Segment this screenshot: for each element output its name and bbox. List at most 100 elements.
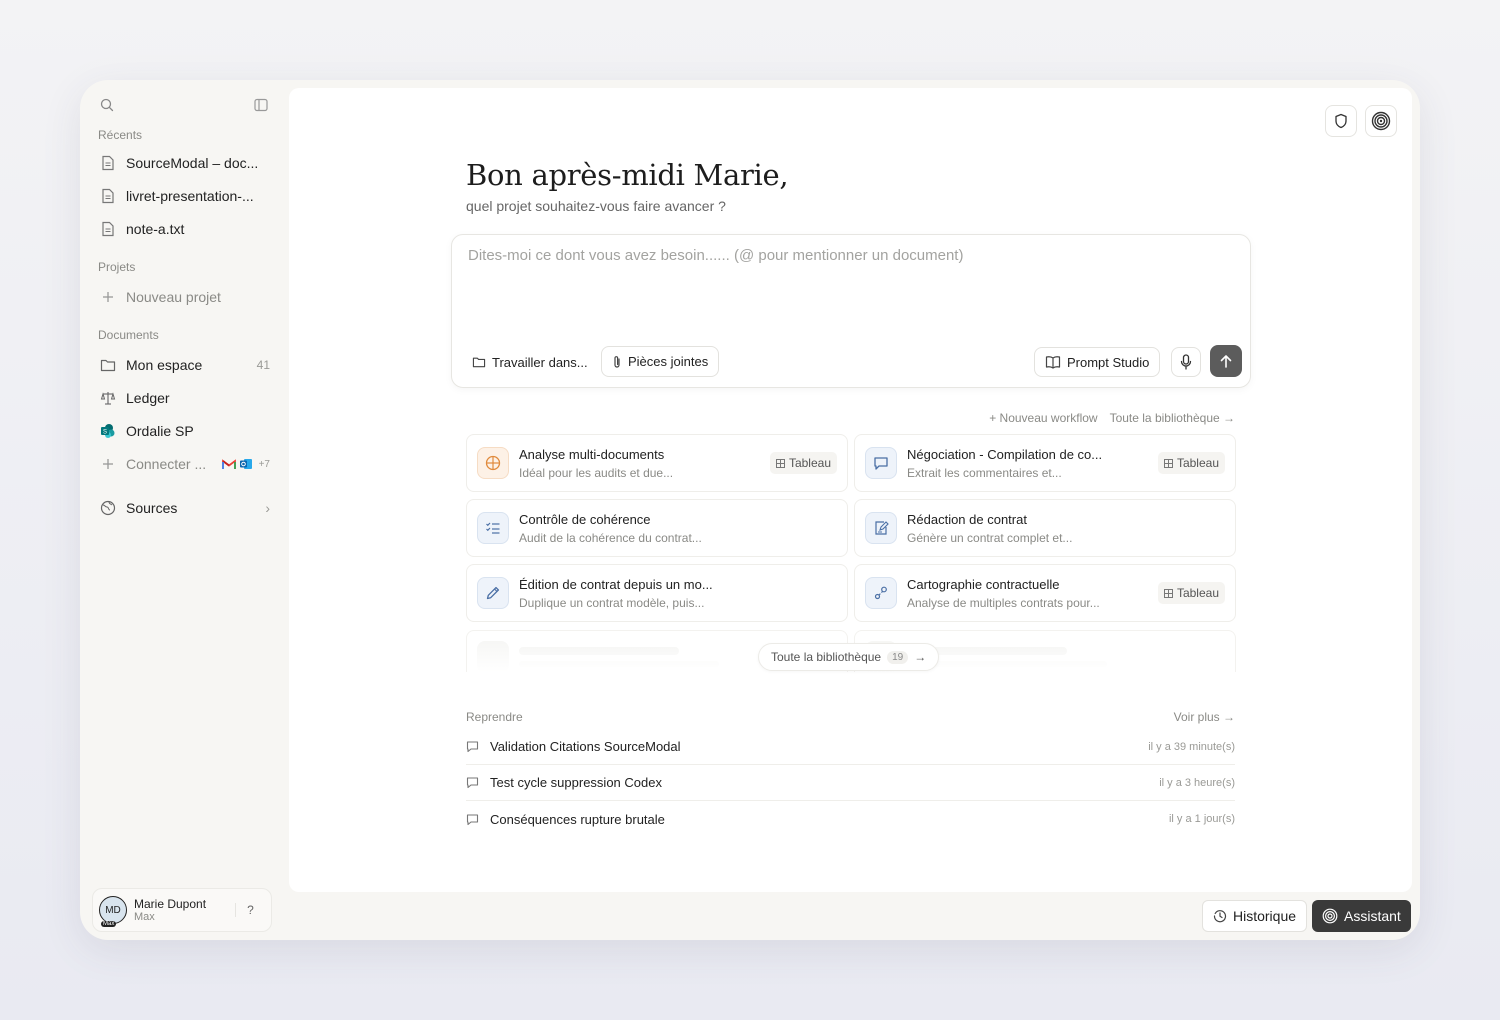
chat-bubble-icon — [466, 813, 482, 826]
collapse-sidebar-icon[interactable] — [252, 96, 270, 114]
conversation-time: il y a 3 heure(s) — [1159, 776, 1235, 789]
workflow-tag: Tableau — [1157, 452, 1225, 474]
workflow-title: Rédaction de contrat — [907, 511, 1027, 527]
prompt-composer: Dites-moi ce dont vous avez besoin......… — [451, 234, 1251, 388]
globe-icon — [98, 498, 118, 518]
send-button[interactable] — [1210, 345, 1242, 377]
workflow-desc: Idéal pour les audits et due... — [519, 465, 674, 480]
comment-icon — [865, 447, 897, 479]
conversation-title: Validation Citations SourceModal — [490, 739, 681, 754]
conversation-time: il y a 1 jour(s) — [1168, 813, 1235, 825]
connect-sources-button[interactable]: Connecter ... +7 — [98, 450, 270, 478]
attachments-button[interactable]: Pièces jointes — [601, 346, 720, 377]
app-window: Récents SourceModal – doc... livret-pres… — [80, 80, 1420, 940]
conversation-row[interactable]: Conséquences rupture brutale il y a 1 jo… — [466, 801, 1235, 837]
connect-label: Connecter ... — [126, 456, 207, 472]
library-count-badge: 19 — [887, 650, 909, 664]
recent-item-label: note-a.txt — [126, 221, 185, 237]
sidebar-toolbar — [98, 96, 270, 114]
work-in-button[interactable]: Travailler dans... — [462, 347, 598, 377]
new-project-button[interactable]: Nouveau projet — [98, 283, 270, 311]
paperclip-icon — [612, 355, 622, 369]
help-button[interactable]: ? — [235, 903, 265, 917]
table-icon — [1163, 588, 1173, 598]
section-projects: Projets — [98, 260, 136, 274]
sharepoint-icon: S — [98, 421, 118, 441]
user-card[interactable]: MD Max Marie Dupont Max ? — [92, 888, 272, 932]
sidebar-item-mon-espace[interactable]: Mon espace 41 — [98, 351, 270, 379]
new-workflow-link[interactable]: + Nouveau workflow — [989, 411, 1097, 425]
prompt-input[interactable]: Dites-moi ce dont vous avez besoin......… — [468, 247, 963, 264]
sidebar-item-ordalie-sp[interactable]: S Ordalie SP — [98, 417, 270, 445]
chat-bubble-icon — [466, 740, 482, 753]
greeting-title: Bon après-midi Marie, — [466, 158, 789, 192]
document-icon — [98, 153, 118, 173]
work-in-label: Travailler dans... — [492, 354, 588, 370]
svg-text:S: S — [103, 430, 107, 436]
chevron-right-icon: › — [265, 500, 270, 516]
workflow-card[interactable]: Rédaction de contrat Génère un contrat co… — [854, 499, 1236, 557]
book-icon — [1045, 355, 1061, 369]
conversation-time: il y a 39 minute(s) — [1148, 740, 1235, 753]
arrow-up-icon — [1220, 354, 1232, 368]
workflow-tag-label: Tableau — [1176, 586, 1219, 600]
scales-icon — [98, 388, 118, 408]
sidebar-item-label: Ordalie SP — [126, 423, 194, 439]
library-link[interactable]: Toute la bibliothèque → — [1110, 411, 1235, 425]
sidebar-item-sources[interactable]: Sources › — [98, 494, 270, 522]
section-documents: Documents — [98, 328, 159, 342]
sidebar: Récents SourceModal – doc... livret-pres… — [80, 80, 288, 940]
workflow-title: Négociation - Compilation de co... — [907, 446, 1103, 462]
workflow-card[interactable]: Analyse multi-documents Idéal pour les au… — [466, 434, 848, 492]
microphone-button[interactable] — [1171, 347, 1201, 377]
user-plan: Max — [134, 911, 155, 923]
microphone-icon — [1180, 354, 1192, 370]
attachments-label: Pièces jointes — [628, 354, 709, 369]
prompt-studio-button[interactable]: Prompt Studio — [1034, 347, 1161, 377]
workflow-title: Contrôle de cohérence — [519, 511, 651, 527]
assistant-spiral-button[interactable] — [1365, 105, 1397, 137]
see-more-link[interactable]: Voir plus → — [1174, 710, 1235, 724]
sidebar-item-label: Sources — [126, 500, 178, 516]
user-info: Marie Dupont Max — [134, 897, 235, 923]
search-icon[interactable] — [98, 96, 116, 114]
history-icon — [1213, 909, 1227, 923]
recent-item[interactable]: note-a.txt — [98, 215, 270, 243]
workflow-card[interactable]: Négociation - Compilation de co... Extrai… — [854, 434, 1236, 492]
assistant-button[interactable]: Assistant — [1312, 900, 1411, 932]
library-pill-button[interactable]: Toute la bibliothèque 19 → — [758, 643, 940, 671]
workflow-card[interactable]: Édition de contrat depuis un mo... Dupliq… — [466, 564, 848, 622]
conversation-row[interactable]: Test cycle suppression Codex il y a 3 he… — [466, 765, 1235, 801]
plus-icon — [98, 454, 118, 474]
shield-button[interactable] — [1325, 105, 1357, 137]
avatar: MD Max — [99, 896, 127, 927]
recent-item[interactable]: SourceModal – doc... — [98, 149, 270, 177]
edit-document-icon — [865, 512, 897, 544]
conversation-row[interactable]: Validation Citations SourceModal il y a … — [466, 729, 1235, 765]
conversation-title: Test cycle suppression Codex — [490, 775, 662, 790]
workflow-desc: Extrait les commentaires et... — [907, 465, 1062, 480]
history-button[interactable]: Historique — [1202, 900, 1308, 932]
workflow-tag: Tableau — [769, 452, 837, 474]
workflow-card[interactable]: Cartographie contractuelle Analyse de mul… — [854, 564, 1236, 622]
history-label: Historique — [1233, 908, 1297, 924]
assistant-label: Assistant — [1344, 908, 1401, 924]
workflow-title: Cartographie contractuelle — [907, 576, 1060, 592]
grid-icon — [477, 447, 509, 479]
plan-badge: Max — [101, 921, 117, 927]
greeting-subtitle: quel projet souhaitez-vous faire avancer… — [466, 198, 726, 214]
outlook-icon — [239, 457, 253, 471]
workflow-card[interactable]: Contrôle de cohérence Audit de la cohéren… — [466, 499, 848, 557]
checklist-icon — [477, 512, 509, 544]
recent-item-label: SourceModal – doc... — [126, 155, 259, 171]
workflow-desc: Génère un contrat complet et... — [907, 530, 1073, 545]
folder-icon — [472, 356, 486, 368]
user-name: Marie Dupont — [134, 897, 207, 911]
recent-item[interactable]: livret-presentation-... — [98, 182, 270, 210]
sidebar-item-label: Mon espace — [126, 357, 203, 373]
sidebar-item-ledger[interactable]: Ledger — [98, 384, 270, 412]
workflow-tag-label: Tableau — [1176, 456, 1219, 470]
prompt-studio-label: Prompt Studio — [1067, 354, 1150, 370]
new-project-label: Nouveau projet — [126, 289, 221, 305]
section-recents: Récents — [98, 128, 143, 142]
